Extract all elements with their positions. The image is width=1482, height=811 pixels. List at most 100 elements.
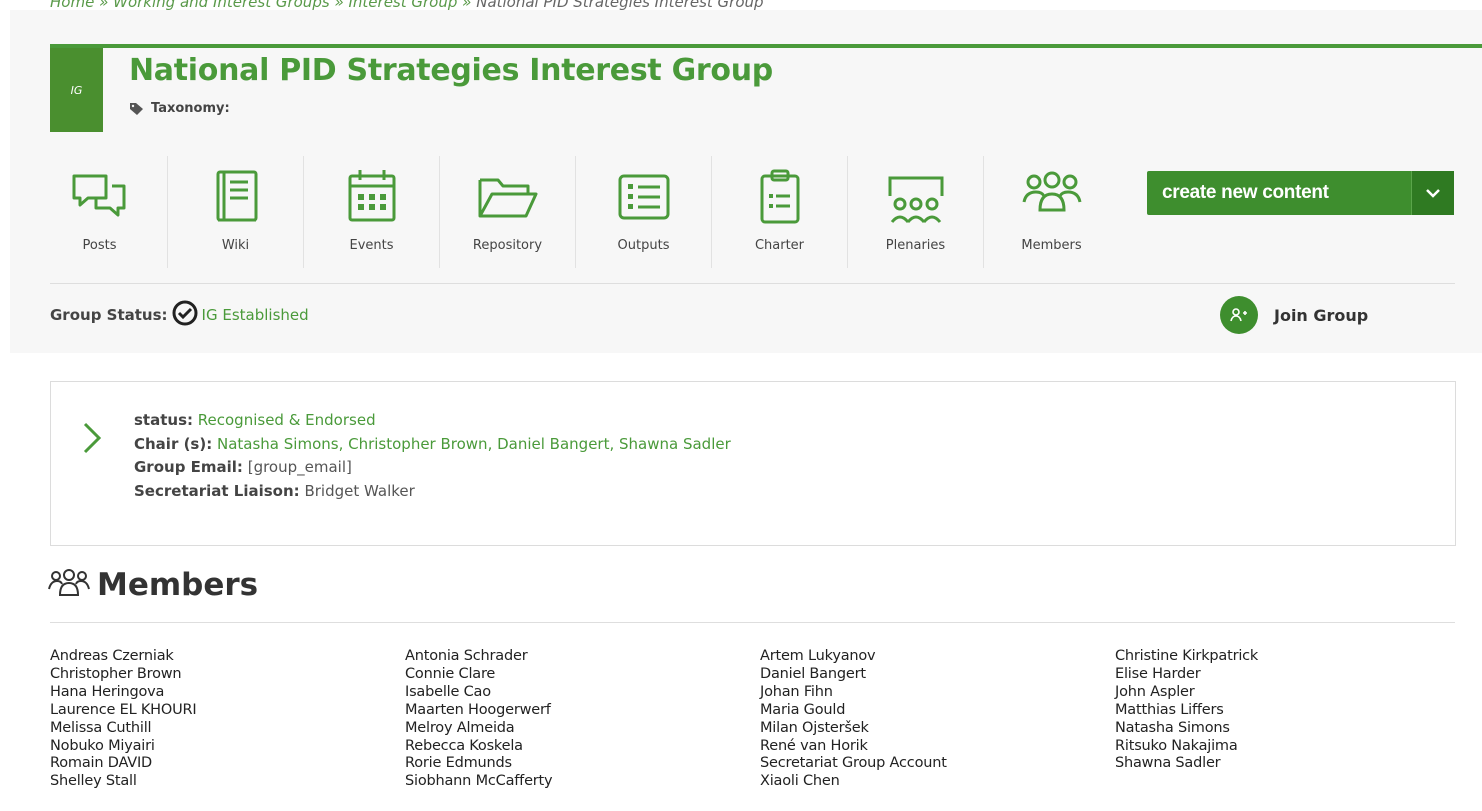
member-name[interactable]: Shawna Sadler [1115, 755, 1470, 773]
status-label: status: [134, 411, 193, 429]
member-name[interactable]: Natasha Simons [1115, 720, 1470, 738]
member-name[interactable]: Elise Harder [1115, 666, 1470, 684]
members-column: Artem Lukyanov Daniel Bangert Johan Fihn Ma… [760, 648, 1115, 791]
member-name[interactable]: Secretariat Group Account [760, 755, 1115, 773]
member-name[interactable]: Milan Ojsteršek [760, 720, 1115, 738]
plenaries-icon [888, 176, 943, 223]
member-name[interactable]: Siobhann McCafferty [405, 773, 760, 791]
check-circle-icon [172, 300, 198, 326]
clipboard-icon [760, 169, 799, 224]
tab-label: Wiki [221, 238, 250, 253]
tag-icon [130, 102, 143, 115]
members-list: Andreas Czerniak Christopher Brown Hana He… [50, 648, 1470, 791]
member-name[interactable]: René van Horik [760, 738, 1115, 756]
member-name[interactable]: Matthias Liffers [1115, 702, 1470, 720]
member-name[interactable]: Daniel Bangert [760, 666, 1115, 684]
wiki-icon [216, 170, 257, 222]
members-column: Andreas Czerniak Christopher Brown Hana He… [50, 648, 405, 791]
posts-icon [72, 174, 125, 217]
group-tabs: Posts Wiki Events Repository Outputs Cha… [32, 156, 1119, 268]
calendar-icon [348, 170, 395, 222]
tab-charter[interactable]: Charter [712, 156, 848, 268]
taxonomy: Taxonomy: [129, 101, 230, 116]
group-type-badge: IG [50, 48, 103, 132]
divider [50, 622, 1455, 623]
member-name[interactable]: Hana Heringova [50, 684, 405, 702]
member-name[interactable]: John Aspler [1115, 684, 1470, 702]
group-email-value: [group_email] [247, 458, 352, 476]
members-column: Antonia Schrader Connie Clare Isabelle Cao… [405, 648, 760, 791]
member-name[interactable]: Melissa Cuthill [50, 720, 405, 738]
tab-posts[interactable]: Posts [32, 156, 168, 268]
tab-label: Repository [472, 238, 543, 253]
tab-repository[interactable]: Repository [440, 156, 576, 268]
member-name[interactable]: Artem Lukyanov [760, 648, 1115, 666]
tab-label: Outputs [617, 238, 670, 253]
member-name[interactable]: Xiaoli Chen [760, 773, 1115, 791]
tab-plenaries[interactable]: Plenaries [848, 156, 984, 268]
chair-names[interactable]: Natasha Simons, Christopher Brown, Danie… [217, 435, 731, 453]
create-new-content-label: create new content [1162, 182, 1329, 203]
member-name[interactable]: Rebecca Koskela [405, 738, 760, 756]
breadcrumb-interest-group[interactable]: Interest Group [348, 0, 457, 11]
member-name[interactable]: Nobuko Miyairi [50, 738, 405, 756]
member-name[interactable]: Melroy Almeida [405, 720, 760, 738]
tab-events[interactable]: Events [304, 156, 440, 268]
breadcrumb-home[interactable]: Home [50, 0, 94, 11]
member-name[interactable]: Antonia Schrader [405, 648, 760, 666]
group-status-label: Group Status: [50, 306, 168, 324]
member-name[interactable]: Ritsuko Nakajima [1115, 738, 1470, 756]
group-info-box: status: Recognised & Endorsed Chair (s):… [50, 381, 1456, 546]
member-name[interactable]: Laurence EL KHOURI [50, 702, 405, 720]
member-name[interactable]: Maarten Hoogerwerf [405, 702, 760, 720]
chair-label: Chair (s): [134, 434, 213, 453]
page-title: National PID Strategies Interest Group [129, 53, 773, 88]
breadcrumb-separator: » [99, 0, 109, 11]
members-heading: Members [47, 567, 258, 603]
member-name[interactable]: Christine Kirkpatrick [1115, 648, 1470, 666]
member-name[interactable]: Romain DAVID [50, 755, 405, 773]
tab-label: Plenaries [885, 238, 946, 253]
tab-members[interactable]: Members [984, 156, 1119, 268]
status-value: Recognised & Endorsed [197, 411, 376, 429]
tab-label: Charter [754, 238, 805, 253]
member-name[interactable]: Connie Clare [405, 666, 760, 684]
breadcrumb-separator: » [462, 0, 472, 11]
member-name[interactable]: Rorie Edmunds [405, 755, 760, 773]
folder-icon [478, 178, 537, 218]
members-icon [48, 569, 90, 596]
tab-outputs[interactable]: Outputs [576, 156, 712, 268]
header-accent-rule [50, 44, 1482, 48]
chevron-right-icon[interactable] [81, 420, 103, 456]
add-user-icon [1220, 296, 1258, 334]
breadcrumb: Home » Working and Interest Groups » Int… [50, 0, 950, 20]
member-name[interactable]: Isabelle Cao [405, 684, 760, 702]
secretariat-liaison-label: Secretariat Liaison: [134, 481, 300, 500]
member-name[interactable]: Maria Gould [760, 702, 1115, 720]
group-status: Group Status: IG Established [50, 300, 309, 330]
members-column: Christine Kirkpatrick Elise Harder John As… [1115, 648, 1470, 791]
member-name[interactable]: Christopher Brown [50, 666, 405, 684]
join-group-button[interactable]: Join Group [1220, 296, 1368, 334]
group-status-value: IG Established [201, 306, 309, 324]
member-name[interactable]: Andreas Czerniak [50, 648, 405, 666]
breadcrumb-current: National PID Strategies Interest Group [476, 0, 764, 11]
create-content-dropdown-toggle[interactable] [1411, 171, 1454, 215]
group-info-details: status: Recognised & Endorsed Chair (s):… [134, 409, 731, 503]
tab-label: Posts [82, 238, 117, 253]
group-email-label: Group Email: [134, 458, 243, 476]
taxonomy-label: Taxonomy: [151, 101, 230, 116]
members-heading-text: Members [97, 567, 259, 603]
secretariat-liaison-value: Bridget Walker [304, 481, 415, 500]
members-icon [1022, 171, 1081, 212]
member-name[interactable]: Shelley Stall [50, 773, 405, 791]
tab-label: Events [349, 238, 394, 253]
list-icon [618, 174, 669, 220]
breadcrumb-working-groups[interactable]: Working and Interest Groups [113, 0, 330, 11]
create-new-content-button[interactable]: create new content [1147, 171, 1454, 215]
tab-wiki[interactable]: Wiki [168, 156, 304, 268]
chevron-down-icon [1426, 189, 1440, 198]
divider [50, 283, 1455, 284]
tab-label: Members [1021, 238, 1082, 253]
member-name[interactable]: Johan Fihn [760, 684, 1115, 702]
